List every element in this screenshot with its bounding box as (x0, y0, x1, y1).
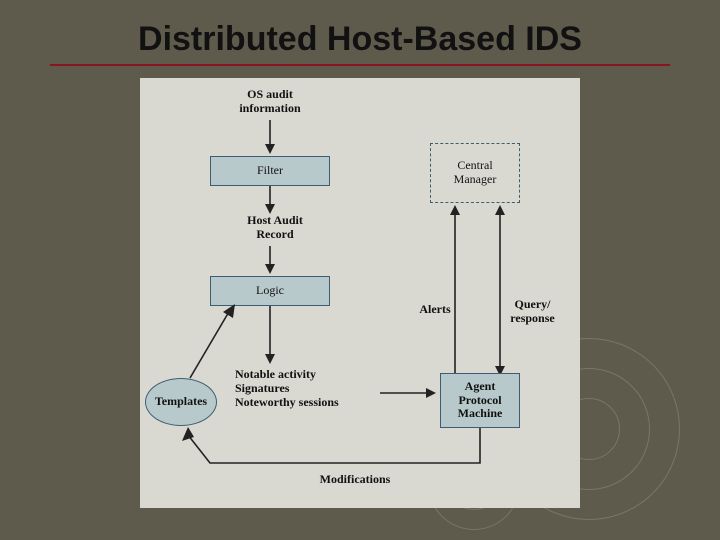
edge-cm-apm-query (495, 203, 515, 378)
edge-logic-notable (265, 306, 285, 366)
edge-filter-har (265, 186, 285, 216)
edge-apm-templates-modifications (170, 423, 490, 483)
node-templates: Templates (145, 378, 217, 426)
node-central-manager: CentralManager (430, 143, 520, 203)
title-underline (50, 64, 670, 66)
edge-apm-cm-alerts (450, 203, 470, 378)
slide: Distributed Host-Based IDS OS auditinfor… (0, 0, 720, 540)
edge-templates-logic (185, 298, 245, 383)
diagram-canvas: OS auditinformation Filter CentralManage… (140, 78, 580, 508)
node-os-audit: OS auditinformation (225, 88, 315, 116)
node-filter: Filter (210, 156, 330, 186)
node-notable: Notable activitySignaturesNoteworthy ses… (235, 368, 385, 409)
page-title: Distributed Host-Based IDS (0, 20, 720, 59)
edge-osaudit-filter (265, 120, 285, 156)
node-agent-protocol-machine: AgentProtocolMachine (440, 373, 520, 428)
edge-notable-apm (380, 385, 440, 405)
node-host-audit-record: Host AuditRecord (230, 214, 320, 242)
edge-har-logic (265, 246, 285, 276)
